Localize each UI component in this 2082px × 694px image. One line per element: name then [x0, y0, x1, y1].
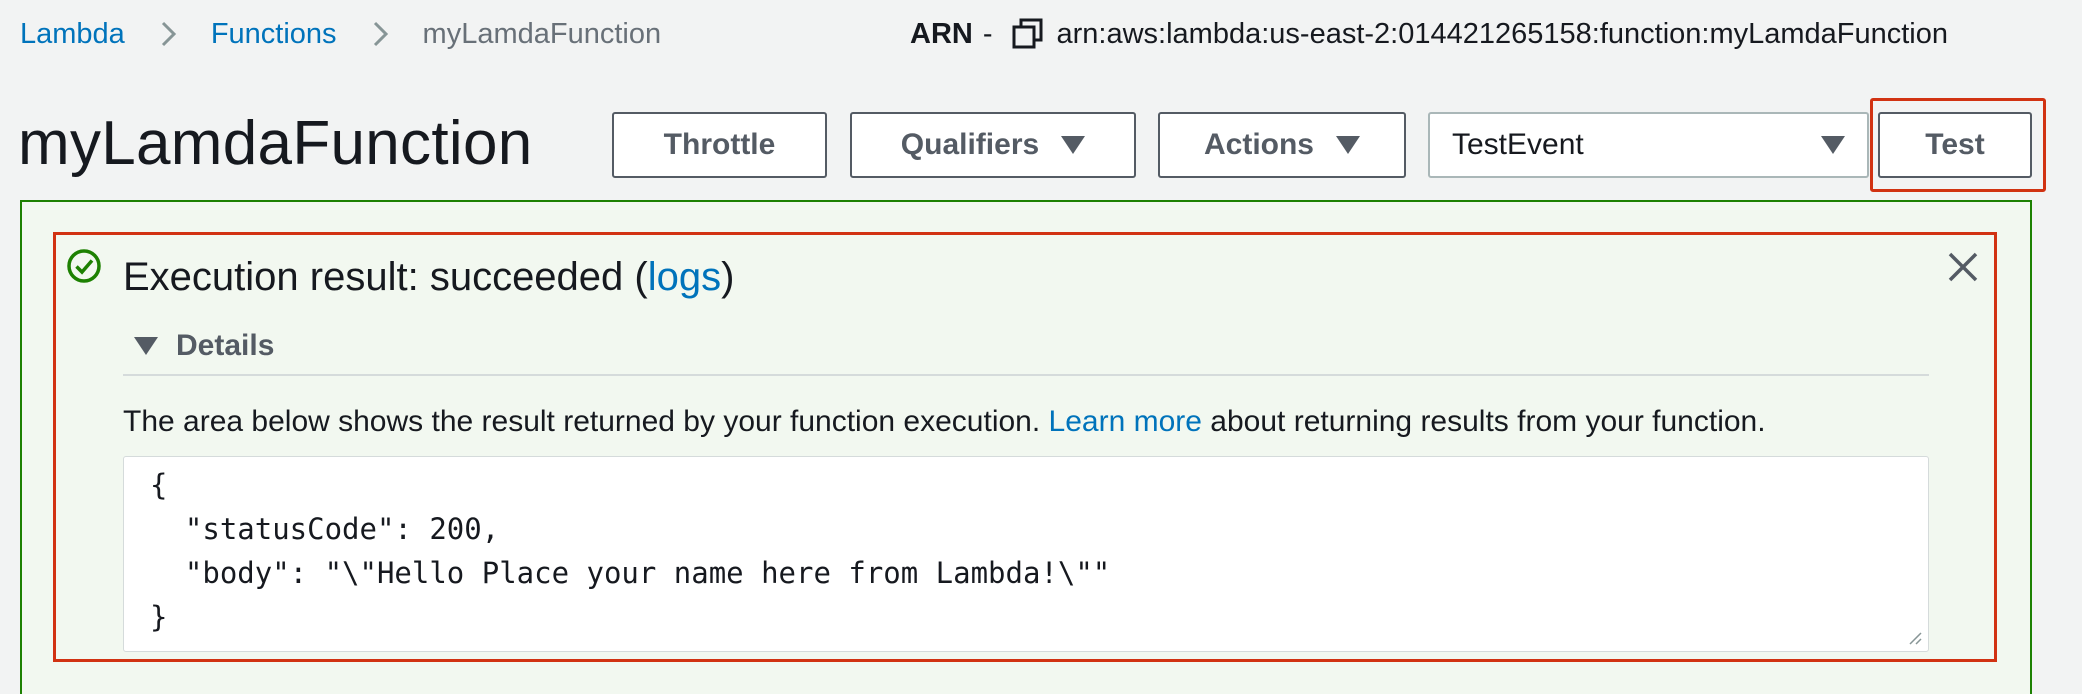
- arn-display: ARN - arn:aws:lambda:us-east-2:014421265…: [910, 14, 1948, 54]
- execution-result-title: Execution result: succeeded (logs): [123, 252, 734, 302]
- page-title: myLamdaFunction: [18, 109, 533, 178]
- breadcrumb: Lambda Functions myLamdaFunction: [20, 14, 661, 54]
- details-toggle[interactable]: Details: [134, 328, 274, 364]
- actions-dropdown[interactable]: Actions: [1158, 112, 1406, 178]
- test-button-highlight: [1870, 98, 2046, 192]
- breadcrumb-functions-link[interactable]: Functions: [211, 18, 337, 51]
- caret-down-icon: [1821, 136, 1845, 154]
- chevron-right-icon: [365, 19, 395, 49]
- execution-result-title-suffix: ): [721, 254, 735, 299]
- result-output-textarea[interactable]: { "statusCode": 200, "body": "\"Hello Pl…: [123, 456, 1929, 652]
- execution-result-title-text: Execution result: succeeded (: [123, 254, 648, 299]
- breadcrumb-lambda-link[interactable]: Lambda: [20, 18, 125, 51]
- arn-value: arn:aws:lambda:us-east-2:014421265158:fu…: [1056, 17, 1949, 50]
- result-description: The area below shows the result returned…: [123, 404, 1766, 440]
- result-description-text: The area below shows the result returned…: [123, 405, 1041, 438]
- lambda-function-page: Lambda Functions myLamdaFunction ARN - a…: [0, 0, 2082, 694]
- check-circle-icon: [66, 248, 102, 284]
- resize-handle-icon[interactable]: [1906, 629, 1922, 645]
- actions-dropdown-label: Actions: [1203, 128, 1314, 161]
- caret-down-icon: [1336, 136, 1360, 154]
- arn-label: ARN: [910, 17, 973, 50]
- caret-down-icon: [134, 337, 158, 355]
- caret-down-icon: [1061, 136, 1086, 154]
- learn-more-link[interactable]: Learn more: [1049, 405, 1202, 439]
- close-icon[interactable]: [1944, 248, 1982, 286]
- result-description-suffix: about returning results from your functi…: [1210, 405, 1766, 438]
- details-label: Details: [176, 329, 275, 362]
- logs-link[interactable]: logs: [648, 255, 721, 300]
- chevron-right-icon: [153, 19, 183, 49]
- breadcrumb-current: myLamdaFunction: [422, 17, 662, 50]
- test-event-select[interactable]: TestEvent: [1428, 112, 1869, 178]
- divider: [123, 374, 1929, 376]
- qualifiers-dropdown-label: Qualifiers: [900, 128, 1040, 161]
- qualifiers-dropdown[interactable]: Qualifiers: [850, 112, 1136, 178]
- result-output-text: { "statusCode": 200, "body": "\"Hello Pl…: [150, 468, 1111, 634]
- test-event-selected-value: TestEvent: [1452, 128, 1584, 161]
- arn-separator: -: [982, 17, 993, 50]
- copy-icon[interactable]: [1011, 17, 1045, 51]
- throttle-button-label: Throttle: [663, 128, 776, 161]
- throttle-button[interactable]: Throttle: [612, 112, 827, 178]
